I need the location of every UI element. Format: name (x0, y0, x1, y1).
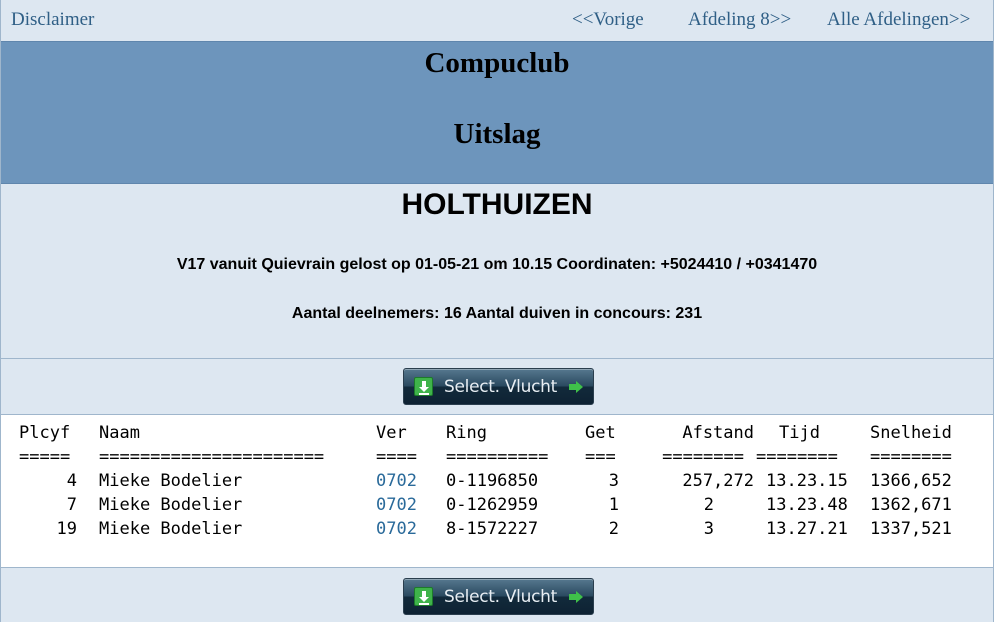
previous-link[interactable]: <<Vorige (572, 9, 644, 31)
flight-details: V17 vanuit Quievrain gelost op 01-05-21 … (176, 256, 818, 273)
arrow-right-icon (568, 380, 584, 399)
cell-tijd: 13.23.48 (766, 495, 848, 515)
cell-afstand: 3 (703, 519, 714, 539)
separator: ======== (662, 447, 744, 467)
cell-plcyf: 4 (66, 471, 77, 491)
separator: ========== (446, 447, 549, 467)
select-flight-button-bottom[interactable]: Select. Vlucht (403, 578, 594, 615)
cell-ver[interactable]: 0702 (376, 469, 446, 493)
cell-ring: 0-1196850 (446, 471, 539, 491)
separator: ======== (756, 447, 838, 467)
cell-naam: Mieke Bodelier (99, 495, 243, 515)
cell-tijd: 13.27.21 (766, 519, 848, 539)
header-banner: Compuclub Uitslag (1, 41, 993, 184)
cell-snelheid: 1366,652 (870, 471, 952, 491)
cell-afstand: 2 (703, 495, 714, 515)
table-header-row: Plcyf Naam Ver Ring Get Afstand Tijd Sne… (19, 421, 970, 445)
cell-plcyf: 7 (66, 495, 77, 515)
all-divisions-link[interactable]: Alle Afdelingen>> (827, 9, 970, 31)
download-icon (414, 377, 433, 396)
col-header-ver: Ver (376, 423, 407, 443)
participant-count: Aantal deelnemers: 16 Aantal duiven in c… (291, 305, 703, 322)
cell-naam: Mieke Bodelier (99, 519, 243, 539)
select-flight-label: Select. Vlucht (444, 377, 557, 397)
cell-ring: 0-1262959 (446, 495, 539, 515)
cell-ver[interactable]: 0702 (376, 517, 446, 541)
cell-snelheid: 1337,521 (870, 519, 952, 539)
location-title: HOLTHUIZEN (401, 188, 593, 221)
separator: ===== (19, 447, 71, 467)
cell-tijd: 13.23.15 (766, 471, 848, 491)
button-bar-bottom: Select. Vlucht (1, 567, 993, 622)
separator: ====================== (99, 447, 325, 467)
table-row: 4 Mieke Bodelier 0702 0-1196850 3 257,27… (19, 469, 970, 493)
col-header-afstand: Afstand (682, 423, 754, 443)
separator: === (585, 447, 616, 467)
page: Disclaimer <<Vorige Afdeling 8>> Alle Af… (0, 0, 994, 622)
cell-afstand: 257,272 (682, 471, 754, 491)
table-row: 7 Mieke Bodelier 0702 0-1262959 1 2 13.2… (19, 493, 970, 517)
download-icon (414, 587, 433, 606)
results-table: Plcyf Naam Ver Ring Get Afstand Tijd Sne… (19, 421, 970, 541)
arrow-right-icon (568, 590, 584, 609)
select-flight-button[interactable]: Select. Vlucht (403, 368, 594, 405)
col-header-snelheid: Snelheid (870, 423, 952, 443)
separator: ======== (870, 447, 952, 467)
disclaimer-link[interactable]: Disclaimer (11, 9, 94, 31)
next-division-link[interactable]: Afdeling 8>> (688, 9, 791, 31)
page-title: Uitslag (453, 118, 541, 150)
race-info: HOLTHUIZEN V17 vanuit Quievrain gelost o… (1, 184, 993, 359)
separator: ==== (376, 447, 417, 467)
results-table-area: Plcyf Naam Ver Ring Get Afstand Tijd Sne… (1, 415, 993, 567)
col-header-plcyf: Plcyf (19, 423, 71, 443)
cell-ver[interactable]: 0702 (376, 493, 446, 517)
cell-ring: 8-1572227 (446, 519, 539, 539)
cell-get: 3 (608, 471, 619, 491)
cell-snelheid: 1362,671 (870, 495, 952, 515)
club-name: Compuclub (424, 47, 570, 79)
col-header-tijd: Tijd (779, 423, 820, 443)
table-separator-row: ===== ====================== ==== ======… (19, 445, 970, 469)
select-flight-label: Select. Vlucht (444, 587, 557, 607)
cell-plcyf: 19 (56, 519, 77, 539)
col-header-ring: Ring (446, 423, 487, 443)
col-header-get: Get (585, 423, 616, 443)
cell-get: 1 (608, 495, 619, 515)
cell-get: 2 (608, 519, 619, 539)
table-row: 19 Mieke Bodelier 0702 8-1572227 2 3 13.… (19, 517, 970, 541)
cell-naam: Mieke Bodelier (99, 471, 243, 491)
top-navigation: Disclaimer <<Vorige Afdeling 8>> Alle Af… (1, 0, 993, 41)
button-bar-top: Select. Vlucht (1, 359, 993, 415)
col-header-naam: Naam (99, 423, 140, 443)
